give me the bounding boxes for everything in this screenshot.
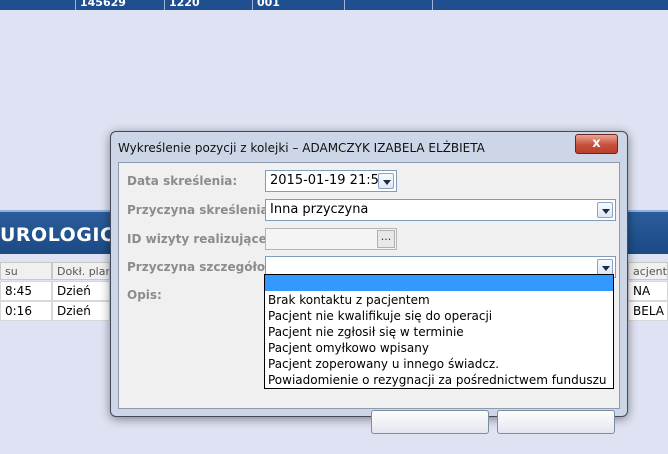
dropdown-option[interactable]: Brak kontaktu z pacjentem	[265, 292, 613, 308]
top-table-row[interactable]: 145629 1220 001	[0, 0, 668, 10]
table-row-1-type[interactable]: Dzień	[52, 281, 110, 301]
chevron-down-icon[interactable]	[597, 202, 613, 218]
dropdown-option[interactable]: Powiadomienie o rezygnacji za pośrednict…	[265, 372, 613, 388]
label-przyczyna-skreslenia: Przyczyna skreślenia:	[127, 203, 274, 217]
date-time-picker[interactable]: 2015-01-19 21:57	[265, 170, 397, 192]
chevron-down-icon[interactable]	[378, 173, 394, 189]
column-header-plan[interactable]: Dokł. plan	[52, 262, 110, 280]
dropdown-option[interactable]: Pacjent nie kwalifikuje się do operacji	[265, 308, 613, 324]
top-cell-3: 1220	[165, 0, 253, 10]
cancel-button[interactable]	[497, 410, 615, 434]
dialog-title-bar[interactable]: Wykreślenie pozycji z kolejki – ADAMCZYK…	[111, 132, 627, 162]
date-value: 2015-01-19 21:57	[270, 173, 388, 188]
column-header-patient[interactable]: acjent	[628, 262, 668, 280]
dropdown-option-empty[interactable]	[265, 275, 613, 291]
table-row-2-type[interactable]: Dzień	[52, 301, 110, 321]
table-row-1-patient[interactable]: NA	[628, 281, 668, 301]
top-cell-1	[0, 0, 76, 10]
browse-button[interactable]: ...	[377, 230, 395, 248]
top-cell-4: 001	[253, 0, 345, 10]
visit-id-input[interactable]: ...	[265, 228, 397, 250]
ok-button[interactable]	[371, 410, 489, 434]
dropdown-option[interactable]: Pacjent nie zgłosił się w terminie	[265, 324, 613, 340]
table-row-2-patient[interactable]: BELA EL	[628, 301, 668, 321]
label-data-skreslenia: Data skreślenia:	[127, 174, 238, 188]
close-button[interactable]: x	[575, 134, 618, 154]
chevron-down-icon[interactable]	[597, 259, 613, 275]
dropdown-option[interactable]: Pacjent omyłkowo wpisany	[265, 340, 613, 356]
dialog-title: Wykreślenie pozycji z kolejki – ADAMCZYK…	[118, 141, 485, 155]
table-row-2-time[interactable]: 0:16	[0, 301, 52, 321]
top-cell-5	[345, 0, 433, 10]
reason-select[interactable]: Inna przyczyna	[265, 199, 616, 221]
label-id-wizyty: ID wizyty realizującej:	[127, 232, 276, 246]
label-opis: Opis:	[127, 288, 162, 302]
table-row-1-time[interactable]: 8:45	[0, 281, 52, 301]
close-icon: x	[592, 136, 601, 151]
top-cell-2: 145629	[76, 0, 165, 10]
dropdown-option[interactable]: Pacjent zoperowany u innego świadcz.	[265, 356, 613, 372]
detailed-reason-dropdown-list[interactable]: Brak kontaktu z pacjentem Pacjent nie kw…	[264, 274, 614, 389]
reason-value: Inna przyczyna	[270, 202, 369, 217]
column-header-time[interactable]: su	[0, 262, 52, 280]
